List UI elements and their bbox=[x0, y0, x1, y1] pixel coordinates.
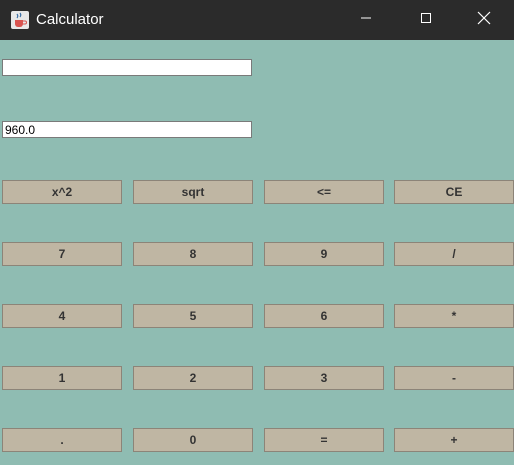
digit-3-button[interactable]: 3 bbox=[264, 366, 384, 390]
digit-5-button[interactable]: 5 bbox=[133, 304, 253, 328]
maximize-button[interactable] bbox=[396, 0, 456, 40]
add-button[interactable]: + bbox=[394, 428, 514, 452]
digit-7-button[interactable]: 7 bbox=[2, 242, 122, 266]
subtract-button[interactable]: - bbox=[394, 366, 514, 390]
minimize-button[interactable] bbox=[336, 0, 396, 40]
digit-9-button[interactable]: 9 bbox=[264, 242, 384, 266]
multiply-button[interactable]: * bbox=[394, 304, 514, 328]
square-button[interactable]: x^2 bbox=[2, 180, 122, 204]
close-icon bbox=[477, 11, 491, 30]
equals-button[interactable]: = bbox=[264, 428, 384, 452]
window-title: Calculator bbox=[36, 11, 104, 28]
divide-button[interactable]: / bbox=[394, 242, 514, 266]
clear-entry-button[interactable]: CE bbox=[394, 180, 514, 204]
digit-6-button[interactable]: 6 bbox=[264, 304, 384, 328]
sqrt-button[interactable]: sqrt bbox=[133, 180, 253, 204]
java-coffee-cup-icon bbox=[11, 11, 29, 29]
backspace-button[interactable]: <= bbox=[264, 180, 384, 204]
digit-8-button[interactable]: 8 bbox=[133, 242, 253, 266]
digit-2-button[interactable]: 2 bbox=[133, 366, 253, 390]
title-bar[interactable]: Calculator bbox=[0, 0, 514, 40]
minimize-icon bbox=[360, 11, 372, 29]
digit-1-button[interactable]: 1 bbox=[2, 366, 122, 390]
result-field[interactable] bbox=[2, 121, 252, 138]
maximize-icon bbox=[420, 11, 432, 29]
close-button[interactable] bbox=[454, 0, 514, 40]
digit-0-button[interactable]: 0 bbox=[133, 428, 253, 452]
digit-4-button[interactable]: 4 bbox=[2, 304, 122, 328]
calculator-panel: x^2 sqrt <= CE 7 8 9 / 4 5 6 * 1 2 3 - .… bbox=[0, 40, 514, 465]
input-field[interactable] bbox=[2, 59, 252, 76]
decimal-button[interactable]: . bbox=[2, 428, 122, 452]
